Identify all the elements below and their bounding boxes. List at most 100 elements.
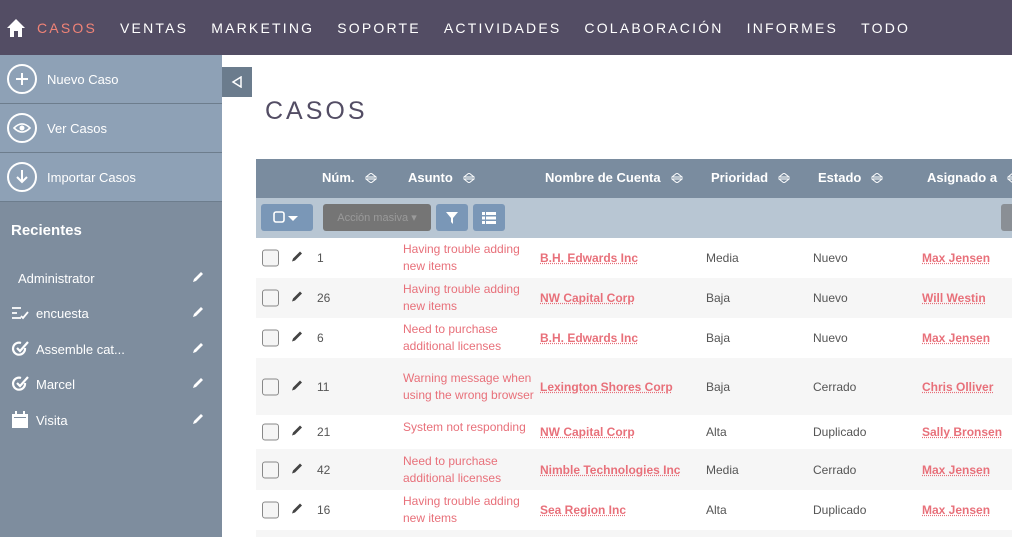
nav-ventas[interactable]: VENTAS <box>120 20 188 36</box>
case-subject-link[interactable]: Having trouble adding new items <box>403 493 538 527</box>
case-check-icon <box>11 340 29 358</box>
row-checkbox[interactable] <box>262 330 279 347</box>
recent-item-administrator[interactable]: Administrator <box>0 263 222 293</box>
column-header-label: Asunto <box>408 170 453 185</box>
account-link[interactable]: Lexington Shores Corp <box>540 380 673 394</box>
table-row: 26 Having trouble adding new items NW Ca… <box>256 278 1012 318</box>
column-chooser-button[interactable] <box>473 204 505 231</box>
row-checkbox[interactable] <box>262 502 279 519</box>
priority: Baja <box>706 331 730 345</box>
account-link[interactable]: Sea Region Inc <box>540 503 626 517</box>
mass-action-button[interactable]: Acción masiva ▾ <box>323 204 431 231</box>
pencil-icon[interactable] <box>290 330 304 347</box>
recientes-heading: Recientes <box>11 222 222 246</box>
case-subject-link[interactable]: Having trouble adding new items <box>403 241 538 275</box>
case-subject-link[interactable]: Need to purchase additional licenses <box>403 453 538 487</box>
calendar-icon <box>11 411 29 429</box>
priority: Baja <box>706 380 730 394</box>
row-checkbox[interactable] <box>262 378 279 395</box>
case-check-icon <box>11 375 29 393</box>
pencil-icon[interactable] <box>290 461 304 478</box>
row-checkbox[interactable] <box>262 290 279 307</box>
column-header-asunto[interactable]: Asunto <box>408 170 475 185</box>
account-link[interactable]: Nimble Technologies Inc <box>540 463 680 477</box>
select-all-dropdown[interactable] <box>261 204 313 231</box>
status: Nuevo <box>813 291 848 305</box>
sort-icon <box>365 173 377 183</box>
column-header-cuenta[interactable]: Nombre de Cuenta <box>545 170 683 185</box>
table-row: 42 Need to purchase additional licenses … <box>256 449 1012 490</box>
table-row: 16 Having trouble adding new items Sea R… <box>256 490 1012 530</box>
pencil-icon[interactable] <box>290 424 304 441</box>
row-checkbox[interactable] <box>262 424 279 441</box>
pagination-button[interactable] <box>1001 204 1012 231</box>
case-subject-link[interactable]: System not responding <box>403 419 538 436</box>
nav-soporte[interactable]: SOPORTE <box>337 20 421 36</box>
assigned-user-link[interactable]: Will Westin <box>922 291 986 305</box>
case-subject-link[interactable]: Warning message when using the wrong bro… <box>403 370 538 404</box>
mass-action-label: Acción masiva <box>337 212 408 224</box>
pencil-icon[interactable] <box>290 250 304 267</box>
nuevo-caso-button[interactable]: Nuevo Caso <box>0 55 222 104</box>
filter-icon <box>446 212 458 224</box>
column-header-num[interactable]: Núm. <box>322 170 377 185</box>
recent-item-label: Marcel <box>36 377 75 392</box>
pencil-icon[interactable] <box>191 270 205 287</box>
table-row: 1 Having trouble adding new items B.H. E… <box>256 238 1012 278</box>
case-subject-link[interactable]: Need to purchase additional licenses <box>403 321 538 355</box>
priority: Media <box>706 463 739 477</box>
assigned-user-link[interactable]: Chris Olliver <box>922 380 993 394</box>
status: Nuevo <box>813 331 848 345</box>
recent-item-label: Visita <box>36 413 68 428</box>
filter-button[interactable] <box>436 204 468 231</box>
column-header-estado[interactable]: Estado <box>818 170 883 185</box>
plus-icon <box>7 64 37 94</box>
sort-icon <box>671 173 683 183</box>
pencil-icon[interactable] <box>191 376 205 393</box>
pencil-icon[interactable] <box>191 305 205 322</box>
sort-icon <box>871 173 883 183</box>
assigned-user-link[interactable]: Max Jensen <box>922 463 990 477</box>
nav-casos[interactable]: CASOS <box>37 20 97 36</box>
row-checkbox[interactable] <box>262 250 279 267</box>
account-link[interactable]: B.H. Edwards Inc <box>540 331 638 345</box>
assigned-user-link[interactable]: Max Jensen <box>922 331 990 345</box>
pencil-icon[interactable] <box>290 502 304 519</box>
table-toolbar: Acción masiva ▾ <box>256 198 1012 238</box>
nav-informes[interactable]: INFORMES <box>747 20 839 36</box>
pencil-icon[interactable] <box>191 341 205 358</box>
assigned-user-link[interactable]: Sally Bronsen <box>922 425 1002 439</box>
nav-actividades[interactable]: ACTIVIDADES <box>444 20 562 36</box>
home-icon[interactable] <box>3 15 29 41</box>
column-header-prioridad[interactable]: Prioridad <box>711 170 790 185</box>
pencil-icon[interactable] <box>290 290 304 307</box>
recent-item-visita[interactable]: Visita <box>0 405 222 435</box>
nav-todo[interactable]: TODO <box>861 20 910 36</box>
priority: Alta <box>706 503 727 517</box>
case-subject-link[interactable]: Having trouble adding new items <box>403 281 538 315</box>
assigned-user-link[interactable]: Max Jensen <box>922 503 990 517</box>
pencil-icon[interactable] <box>191 412 205 429</box>
table-row <box>256 530 1012 537</box>
nav-colaboracion[interactable]: COLABORACIÓN <box>584 20 723 36</box>
account-link[interactable]: NW Capital Corp <box>540 291 635 305</box>
column-header-label: Prioridad <box>711 170 768 185</box>
case-number: 16 <box>317 503 330 517</box>
recent-item-label: encuesta <box>36 306 89 321</box>
pencil-icon[interactable] <box>290 378 304 395</box>
importar-casos-button[interactable]: Importar Casos <box>0 153 222 202</box>
recent-item-assemble[interactable]: Assemble cat... <box>0 334 222 364</box>
account-link[interactable]: NW Capital Corp <box>540 425 635 439</box>
column-header-asignado[interactable]: Asignado a <box>927 170 1012 185</box>
ver-casos-button[interactable]: Ver Casos <box>0 104 222 153</box>
eye-icon <box>7 113 37 143</box>
ver-casos-label: Ver Casos <box>47 121 107 136</box>
recent-item-marcel[interactable]: Marcel <box>0 369 222 399</box>
column-header-label: Estado <box>818 170 861 185</box>
row-checkbox[interactable] <box>262 461 279 478</box>
assigned-user-link[interactable]: Max Jensen <box>922 251 990 265</box>
account-link[interactable]: B.H. Edwards Inc <box>540 251 638 265</box>
recent-item-encuesta[interactable]: encuesta <box>0 298 222 328</box>
collapse-sidebar-button[interactable] <box>222 67 252 97</box>
nav-marketing[interactable]: MARKETING <box>211 20 314 36</box>
